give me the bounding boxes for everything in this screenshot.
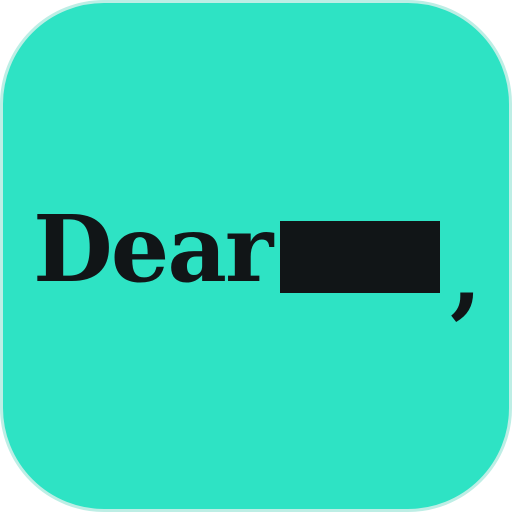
redaction-bar bbox=[280, 221, 440, 293]
comma-punctuation: , bbox=[450, 221, 483, 329]
greeting-text: Dear bbox=[33, 195, 273, 303]
app-icon[interactable]: Dear , bbox=[0, 0, 512, 512]
